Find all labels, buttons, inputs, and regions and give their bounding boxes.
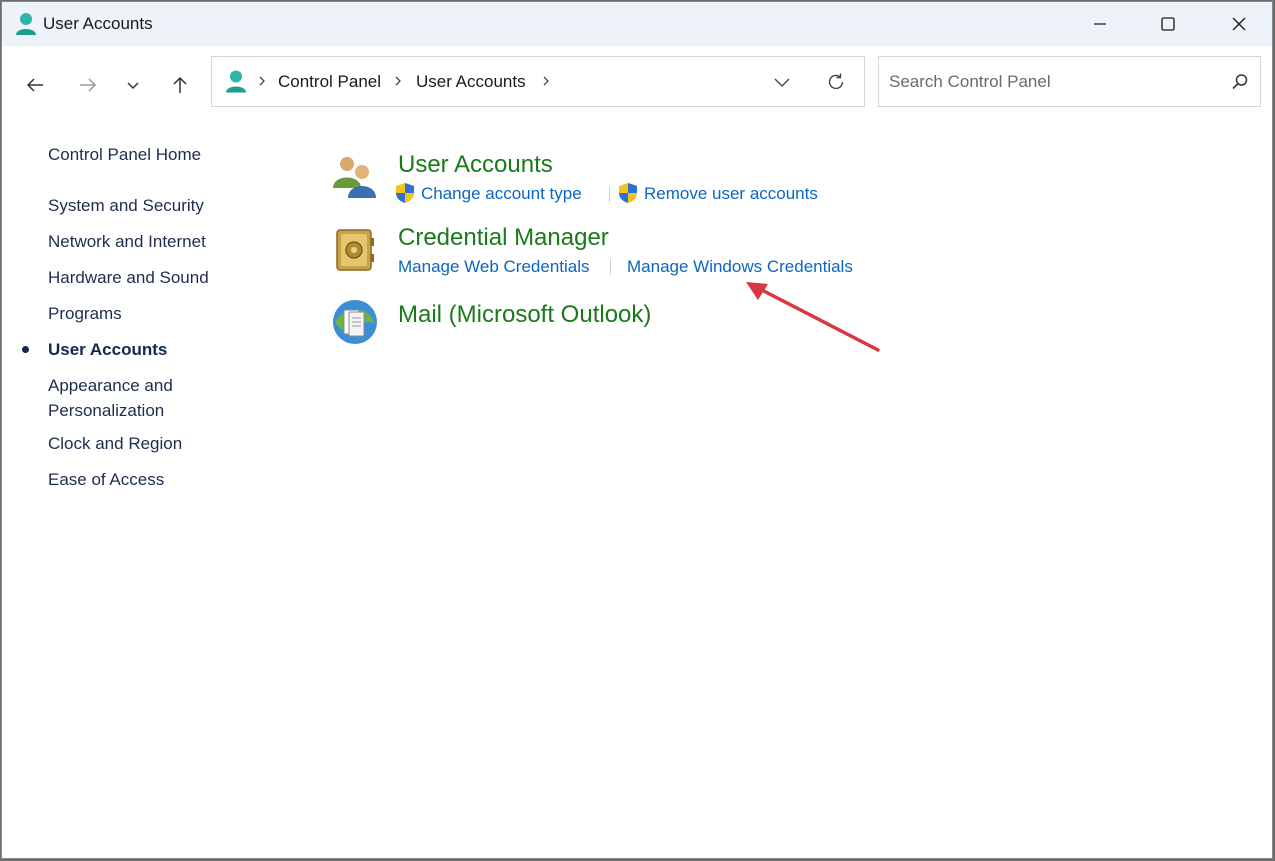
breadcrumb-separator-icon xyxy=(259,76,265,86)
maximize-button[interactable] xyxy=(1133,2,1203,46)
address-bar[interactable]: Control Panel User Accounts xyxy=(211,56,865,107)
navigation-bar: Control Panel User Accounts xyxy=(2,46,1272,120)
search-input[interactable] xyxy=(889,70,1209,94)
address-history-dropdown-icon[interactable] xyxy=(772,72,792,92)
remove-user-accounts-link[interactable]: Remove user accounts xyxy=(644,184,818,204)
mail-icon xyxy=(333,300,377,344)
breadcrumb-separator-icon xyxy=(395,76,401,86)
section-title-user-accounts[interactable]: User Accounts xyxy=(398,151,553,179)
maximize-icon xyxy=(1161,17,1175,31)
minimize-icon xyxy=(1094,23,1106,25)
breadcrumb-separator-icon xyxy=(543,76,549,86)
breadcrumb-control-panel[interactable]: Control Panel xyxy=(278,72,381,92)
search-icon[interactable] xyxy=(1231,73,1249,91)
user-accounts-icon xyxy=(226,70,246,93)
user-accounts-icon xyxy=(16,13,36,35)
sidebar-item-ease-of-access[interactable]: Ease of Access xyxy=(48,467,164,492)
manage-windows-credentials-link[interactable]: Manage Windows Credentials xyxy=(627,257,853,277)
uac-shield-icon xyxy=(619,183,637,203)
uac-shield-icon xyxy=(396,183,414,203)
breadcrumb-user-accounts[interactable]: User Accounts xyxy=(416,72,526,92)
up-arrow-icon xyxy=(173,76,187,93)
recent-locations-button[interactable] xyxy=(116,68,150,102)
sidebar-item-appearance-line1[interactable]: Appearance and xyxy=(48,373,173,398)
change-account-type-link[interactable]: Change account type xyxy=(421,184,582,204)
section-title-mail[interactable]: Mail (Microsoft Outlook) xyxy=(398,301,651,329)
sidebar-item-user-accounts[interactable]: User Accounts xyxy=(48,337,167,362)
sidebar-item-network-and-internet[interactable]: Network and Internet xyxy=(48,229,206,254)
close-button[interactable] xyxy=(1204,2,1272,46)
active-item-bullet xyxy=(22,346,29,353)
refresh-icon[interactable] xyxy=(826,72,846,92)
sidebar-item-programs[interactable]: Programs xyxy=(48,301,122,326)
sidebar-item-hardware-and-sound[interactable]: Hardware and Sound xyxy=(48,265,209,290)
sidebar-item-control-panel-home[interactable]: Control Panel Home xyxy=(48,142,201,167)
user-accounts-icon xyxy=(333,157,376,198)
sidebar-item-clock-and-region[interactable]: Clock and Region xyxy=(48,431,182,456)
back-arrow-icon xyxy=(26,78,43,92)
sidebar-item-appearance-line2[interactable]: Personalization xyxy=(48,398,164,423)
forward-button[interactable] xyxy=(71,68,105,102)
credential-safe-icon xyxy=(336,229,374,271)
link-separator xyxy=(609,186,610,202)
close-icon xyxy=(1232,17,1246,31)
annotation-arrow-icon xyxy=(746,282,880,352)
minimize-button[interactable] xyxy=(1065,2,1135,46)
window-title: User Accounts xyxy=(43,14,153,33)
sidebar-item-system-and-security[interactable]: System and Security xyxy=(48,193,204,218)
title-bar: User Accounts xyxy=(2,2,1272,46)
link-separator xyxy=(610,259,611,275)
forward-arrow-icon xyxy=(80,78,97,92)
recent-dropdown-icon xyxy=(127,82,139,90)
up-button[interactable] xyxy=(163,68,197,102)
control-panel-window: User Accounts Control Panel User Account… xyxy=(1,1,1273,859)
manage-web-credentials-link[interactable]: Manage Web Credentials xyxy=(398,257,590,277)
section-title-credential-manager[interactable]: Credential Manager xyxy=(398,224,609,252)
back-button[interactable] xyxy=(18,68,52,102)
search-box[interactable] xyxy=(878,56,1261,107)
